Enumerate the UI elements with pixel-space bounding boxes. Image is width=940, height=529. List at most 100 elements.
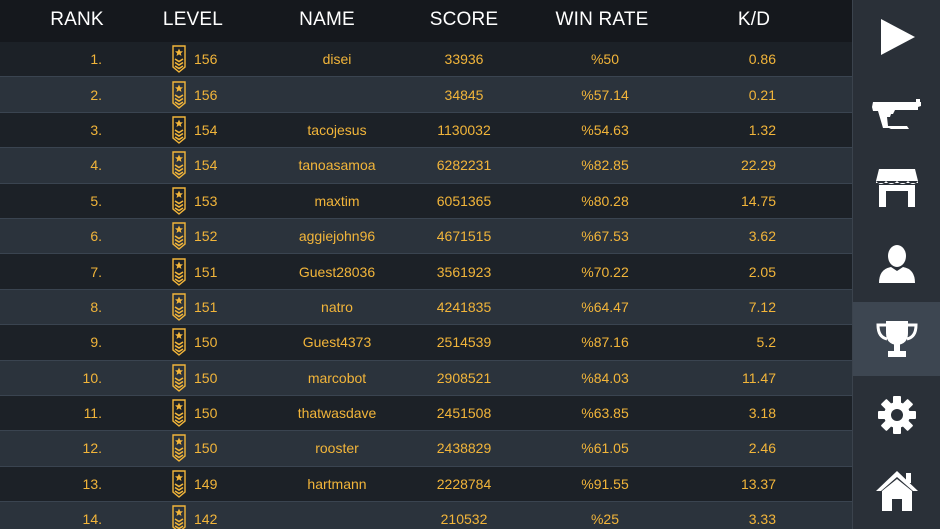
rank-chevron-icon [172, 328, 186, 357]
table-header: RANK LEVEL NAME SCORE WIN RATE K/D [0, 0, 852, 42]
kd-value: 13.37 [740, 475, 776, 492]
table-row[interactable]: 14. 142 210532 %25 3.33 [0, 502, 852, 529]
player-name: tacojesus [307, 121, 367, 138]
score-value: 2514539 [436, 334, 492, 351]
table-row[interactable]: 12. 150 rooster 2438829 %61.05 2.46 [0, 431, 852, 467]
rank-chevron-icon [172, 222, 186, 251]
win-rate-value: %50 [590, 51, 620, 68]
score-value: 34845 [444, 86, 484, 103]
rank-chevron-icon [172, 293, 186, 321]
rank-value: 7. [90, 263, 102, 280]
table-row[interactable]: 7. 151 Guest28036 3561923 %70.22 2.05 [0, 254, 852, 290]
player-name: natro [321, 298, 353, 315]
table-row[interactable]: 10. 150 marcobot 2908521 %84.03 11.47 [0, 360, 852, 396]
gear-icon [878, 396, 916, 434]
sidebar-settings-button[interactable] [853, 378, 940, 452]
player-name: hartmann [307, 475, 367, 492]
level-value: 151 [194, 263, 218, 280]
rank-chevron-icon [172, 364, 186, 392]
sidebar-play-button[interactable] [853, 0, 940, 74]
rank-chevron-icon [172, 505, 186, 529]
level-value: 150 [194, 369, 218, 386]
shop-icon [876, 169, 918, 207]
table-body[interactable]: 1. 156 disei 33936 %50 0.86 2. 156 34845 %57.14 0.… [0, 42, 852, 529]
sidebar-home-button[interactable] [853, 454, 940, 528]
sidebar-weapons-button[interactable] [853, 76, 940, 150]
table-row[interactable]: 5. 153 maxtim 6051365 %80.28 14.75 [0, 183, 852, 219]
table-row[interactable]: 1. 156 disei 33936 %50 0.86 [0, 42, 852, 78]
score-value: 1130032 [437, 121, 491, 138]
rank-value: 10. [82, 369, 102, 386]
rank-chevron-icon [172, 187, 186, 215]
score-value: 33936 [444, 51, 484, 68]
sidebar-shop-button[interactable] [853, 150, 940, 224]
win-rate-value: %64.47 [581, 298, 629, 315]
win-rate-value: %91.55 [581, 475, 629, 492]
kd-value: 1.32 [748, 121, 776, 138]
sidebar-nav [852, 0, 940, 529]
table-row[interactable]: 13. 149 hartmann 2228784 %91.55 13.37 [0, 466, 852, 503]
rank-chevron-icon [172, 151, 186, 180]
kd-value: 3.33 [748, 511, 776, 528]
rank-chevron-icon [172, 116, 186, 144]
score-value: 2228784 [436, 475, 492, 492]
kd-value: 22.29 [740, 157, 776, 174]
table-row[interactable]: 3. 154 tacojesus 1130032 %54.63 1.32 [0, 112, 852, 149]
score-value: 210532 [440, 511, 488, 528]
kd-value: 0.21 [748, 86, 776, 103]
level-value: 149 [194, 475, 218, 492]
sidebar-leaderboard-button[interactable] [853, 302, 940, 376]
header-win-rate: WIN RATE [555, 9, 649, 30]
kd-value: 11.47 [742, 369, 776, 386]
level-value: 154 [194, 121, 218, 138]
rank-value: 12. [82, 440, 102, 457]
player-name: aggiejohn96 [298, 228, 376, 245]
rank-chevron-icon [172, 399, 186, 428]
sidebar-profile-button[interactable] [853, 226, 940, 300]
rank-value: 13. [82, 475, 102, 492]
table-row[interactable]: 8. 151 natro 4241835 %64.47 7.12 [0, 289, 852, 326]
level-value: 150 [194, 440, 218, 457]
level-value: 154 [194, 157, 218, 174]
kd-value: 7.12 [748, 298, 776, 315]
kd-value: 5.2 [756, 334, 776, 351]
play-icon [881, 19, 915, 55]
level-value: 156 [194, 86, 218, 103]
rank-chevron-icon [172, 434, 186, 463]
table-row[interactable]: 4. 154 tanoasamoa 6282231 %82.85 22.29 [0, 148, 852, 184]
profile-icon [879, 245, 915, 283]
player-name: maxtim [314, 192, 360, 209]
kd-value: 0.86 [748, 51, 776, 68]
pistol-icon [872, 99, 921, 129]
score-value: 2451508 [436, 405, 492, 422]
win-rate-value: %80.28 [581, 192, 629, 209]
rank-chevron-icon [172, 45, 186, 74]
rank-value: 2. [90, 86, 102, 103]
win-rate-value: %82.85 [581, 157, 629, 174]
table-row[interactable]: 2. 156 34845 %57.14 0.21 [0, 77, 852, 113]
table-row[interactable]: 6. 152 aggiejohn96 4671515 %67.53 3.62 [0, 218, 852, 255]
score-value: 4241835 [436, 298, 492, 315]
header-score: SCORE [429, 9, 499, 30]
score-value: 4671515 [436, 228, 492, 245]
win-rate-value: %25 [590, 511, 620, 528]
rank-value: 5. [90, 192, 102, 209]
player-name: tanoasamoa [298, 157, 376, 174]
player-name: rooster [315, 440, 359, 457]
table-row[interactable]: 11. 150 thatwasdave 2451508 %63.85 3.18 [0, 395, 852, 432]
rank-value: 14. [82, 511, 102, 528]
win-rate-value: %54.63 [581, 121, 629, 138]
level-value: 152 [194, 228, 218, 245]
player-name: Guest4373 [302, 334, 372, 351]
rank-value: 3. [90, 121, 102, 138]
level-value: 150 [194, 405, 218, 422]
level-value: 156 [194, 51, 218, 68]
rank-value: 9. [90, 334, 102, 351]
kd-value: 14.75 [740, 192, 776, 209]
trophy-icon [876, 321, 918, 357]
score-value: 3561923 [436, 263, 492, 280]
win-rate-value: %67.53 [581, 228, 629, 245]
leaderboard-table: RANK LEVEL NAME SCORE WIN RATE K/D 1. 156… [0, 0, 852, 529]
home-icon [876, 471, 918, 511]
table-row[interactable]: 9. 150 Guest4373 2514539 %87.16 5.2 [0, 325, 852, 361]
